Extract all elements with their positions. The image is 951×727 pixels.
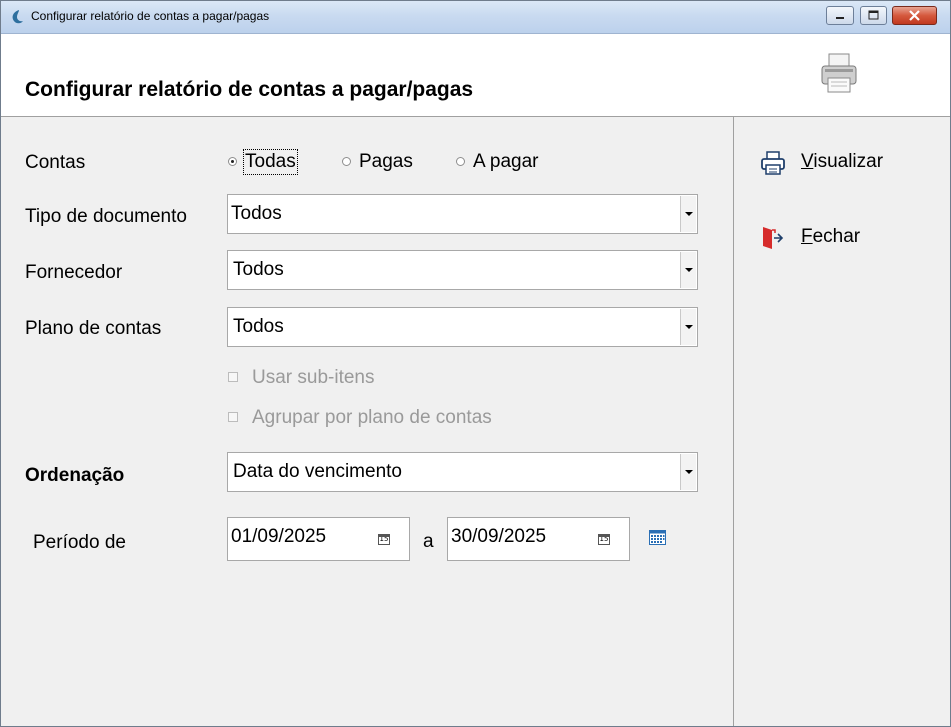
tipo-documento-select[interactable]: Todos — [227, 194, 698, 234]
window-title: Configurar relatório de contas a pagar/p… — [31, 9, 270, 23]
close-button[interactable] — [892, 6, 937, 25]
minimize-button[interactable] — [826, 6, 854, 25]
visualizar-label: Visualizar — [801, 151, 884, 172]
fornecedor-label: Fornecedor — [25, 262, 123, 283]
tipo-documento-label: Tipo de documento — [25, 206, 187, 227]
start-date-value: 01/09/2025 — [231, 526, 327, 547]
fornecedor-select[interactable]: Todos — [227, 250, 698, 290]
maximize-button[interactable] — [860, 6, 887, 25]
checkbox-box — [228, 412, 238, 422]
fornecedor-value: Todos — [233, 259, 284, 280]
agrupar-label: Agrupar por plano de contas — [252, 407, 492, 428]
calendar-icon[interactable]: 15 — [378, 534, 390, 545]
ordenacao-select[interactable]: Data do vencimento — [227, 452, 698, 492]
end-date-value: 30/09/2025 — [451, 526, 547, 547]
fechar-label: Fechar — [801, 226, 861, 247]
printer-icon[interactable] — [819, 52, 859, 96]
calendar-icon[interactable]: 15 — [598, 534, 610, 545]
date-range-separator: a — [423, 531, 434, 552]
chevron-down-icon[interactable] — [680, 309, 696, 345]
radio-selected-indicator — [228, 157, 237, 166]
page-title: Configurar relatório de contas a pagar/p… — [25, 78, 474, 101]
chevron-down-icon[interactable] — [680, 196, 696, 232]
radio-a-pagar-label: A pagar — [473, 151, 539, 172]
app-logo-icon — [12, 10, 23, 24]
radio-indicator — [342, 157, 351, 166]
chevron-down-icon[interactable] — [680, 454, 696, 490]
checkbox-box — [228, 372, 238, 382]
app-window: Configurar relatório de contas a pagar/p… — [0, 0, 951, 727]
chevron-down-icon[interactable] — [680, 252, 696, 288]
maximize-icon — [868, 10, 879, 20]
tipo-documento-value: Todos — [231, 203, 282, 224]
start-date-field[interactable]: 01/09/2025 15 — [227, 517, 410, 561]
radio-pagas-label: Pagas — [359, 151, 413, 172]
report-header: Configurar relatório de contas a pagar/p… — [1, 34, 950, 117]
ordenacao-value: Data do vencimento — [233, 461, 402, 482]
minimize-icon — [836, 17, 844, 19]
radio-todas-label: Todas — [243, 149, 298, 175]
exit-door-icon — [763, 227, 784, 249]
radio-indicator — [456, 157, 465, 166]
plano-contas-label: Plano de contas — [25, 318, 162, 339]
ordenacao-label: Ordenação — [25, 465, 125, 486]
plano-contas-select[interactable]: Todos — [227, 307, 698, 347]
usar-subitens-label: Usar sub-itens — [252, 367, 375, 388]
close-icon — [909, 10, 920, 21]
periodo-label: Período de — [33, 532, 126, 553]
title-bar[interactable]: Configurar relatório de contas a pagar/p… — [1, 1, 950, 34]
plano-contas-value: Todos — [233, 316, 284, 337]
end-date-field[interactable]: 30/09/2025 15 — [447, 517, 630, 561]
printer-icon — [761, 151, 785, 175]
action-panel: Visualizar Fechar — [733, 117, 950, 726]
contas-label: Contas — [25, 152, 86, 173]
calendar-grid-icon[interactable] — [649, 530, 666, 545]
